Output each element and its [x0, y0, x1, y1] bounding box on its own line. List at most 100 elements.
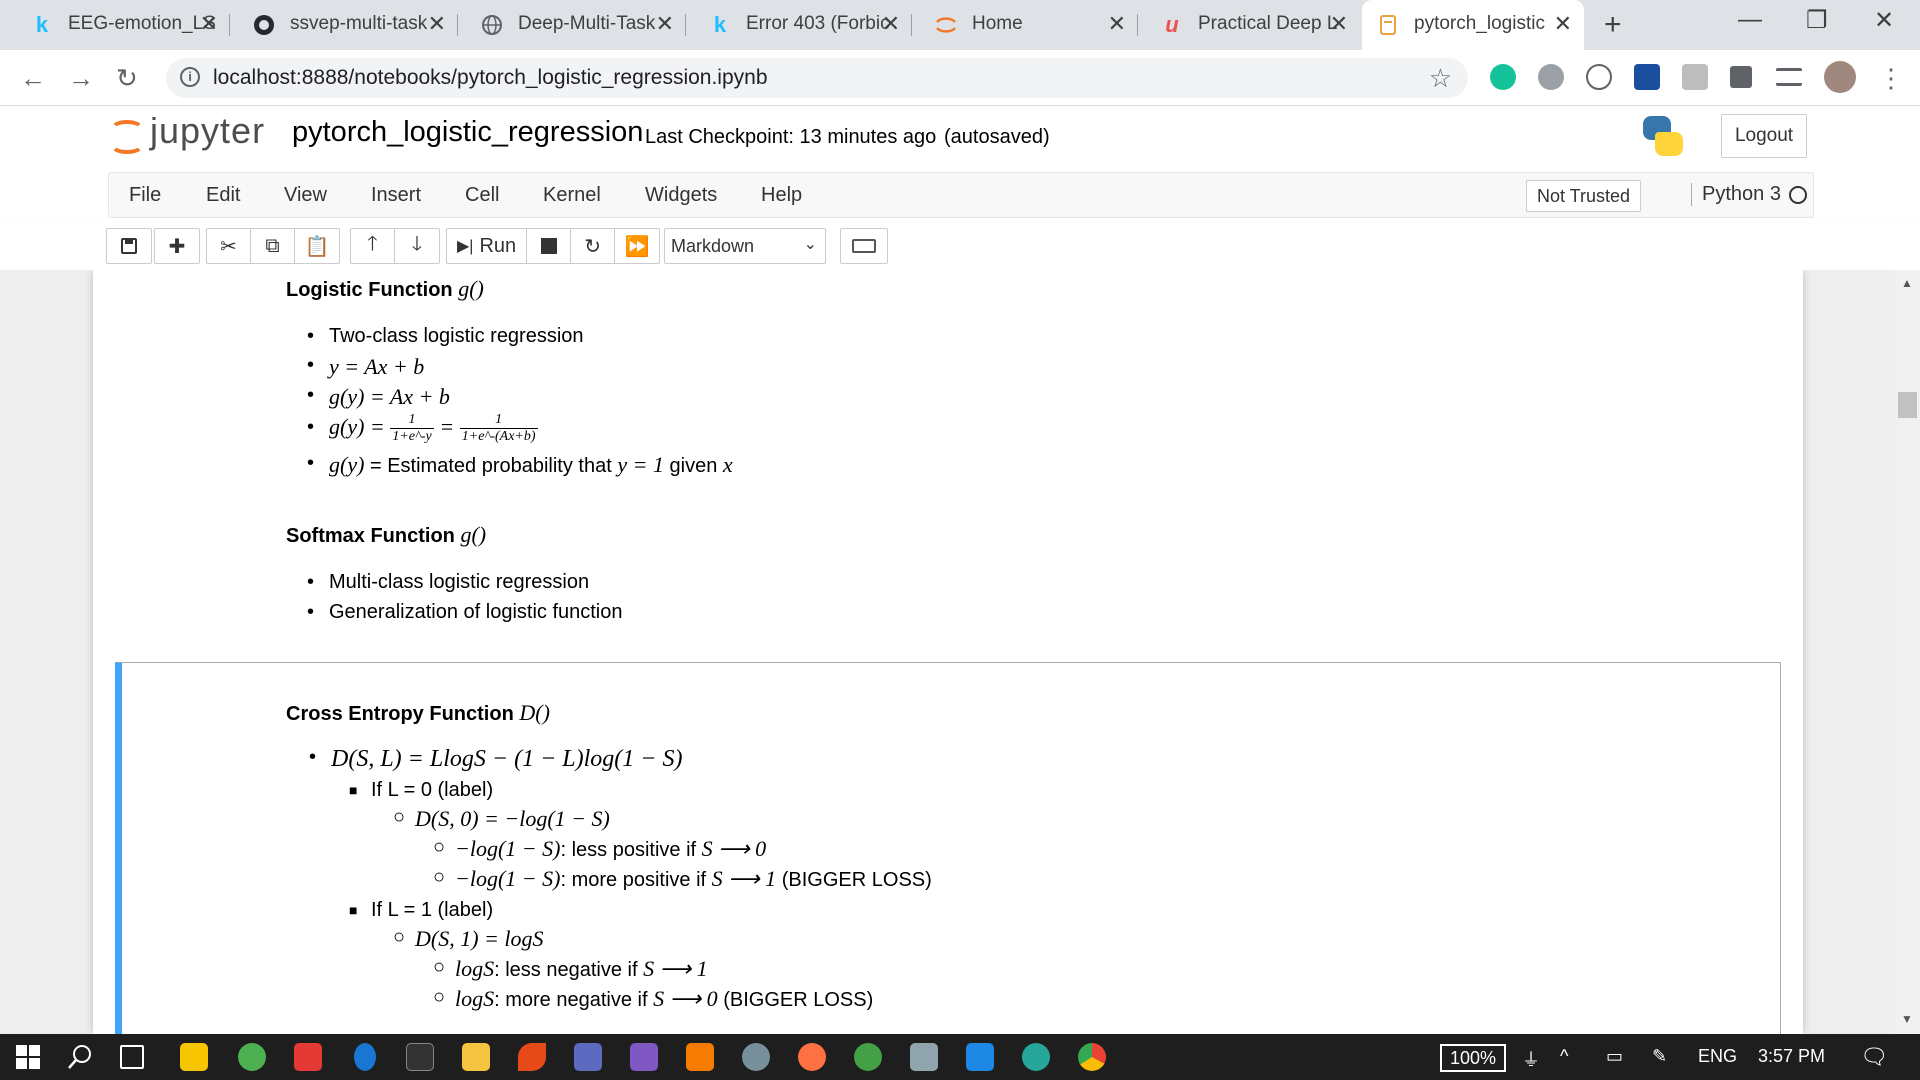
minimize-icon[interactable]: — [1738, 6, 1762, 34]
globe-extension-icon[interactable] [1538, 64, 1564, 90]
search-icon[interactable] [66, 1043, 94, 1071]
sublime-icon[interactable] [686, 1043, 714, 1071]
close-icon[interactable]: ✕ [1108, 11, 1126, 37]
notebook-scroll-area[interactable]: Logistic Function g() • Two-class logisti… [0, 270, 1920, 1034]
menu-widgets[interactable]: Widgets [645, 184, 717, 207]
cut-icon[interactable]: ✂ [207, 229, 251, 263]
browser-tab[interactable]: ssvep-multi-task ✕ [238, 0, 458, 50]
menu-edit[interactable]: Edit [206, 184, 240, 207]
avatar[interactable] [1824, 61, 1856, 93]
windows-start-icon[interactable] [14, 1043, 42, 1071]
tab-title: Practical Deep L [1198, 13, 1338, 34]
clock-time[interactable]: 3:57 PM [1758, 1046, 1825, 1067]
close-icon[interactable]: ✕ [428, 11, 446, 37]
vertical-scrollbar[interactable]: ▲ ▼ [1895, 270, 1920, 1034]
menu-cell[interactable]: Cell [465, 184, 499, 207]
notebook-name[interactable]: pytorch_logistic_regression [292, 116, 643, 149]
scroll-down-arrow-icon[interactable]: ▼ [1901, 1012, 1913, 1026]
fraction: 1 1+e^-(Ax+b) [459, 412, 538, 444]
bookmark-star-icon[interactable]: ☆ [1429, 63, 1452, 94]
app-icon[interactable] [574, 1043, 602, 1071]
reading-list-icon[interactable] [1776, 68, 1802, 86]
pen-icon[interactable]: ✎ [1652, 1046, 1667, 1067]
tab-title: Home [972, 13, 1023, 34]
stop-square-icon[interactable] [527, 229, 572, 263]
not-trusted-button[interactable]: Not Trusted [1526, 180, 1642, 212]
matlab-icon[interactable] [518, 1043, 546, 1071]
paste-icon[interactable]: 📋 [295, 229, 339, 263]
app-icon[interactable] [854, 1043, 882, 1071]
close-icon[interactable]: ✕ [1554, 11, 1572, 37]
address-bar[interactable]: i localhost:8888/notebooks/pytorch_logis… [166, 58, 1468, 98]
logout-button[interactable]: Logout [1721, 114, 1807, 158]
copy-icon[interactable]: ⧉ [251, 229, 295, 263]
screen-extension-icon[interactable] [1634, 64, 1660, 90]
run-button[interactable]: ▶| Run [447, 229, 528, 263]
menu-view[interactable]: View [284, 184, 327, 207]
close-icon[interactable]: ✕ [882, 11, 900, 37]
back-arrow-icon[interactable]: ← [20, 63, 46, 94]
app-icon[interactable] [742, 1043, 770, 1071]
task-view-icon[interactable] [120, 1045, 144, 1069]
network-icon[interactable]: ▭ [1606, 1046, 1623, 1067]
close-icon[interactable]: ✕ [200, 11, 218, 37]
forward-arrow-icon[interactable]: → [68, 63, 94, 94]
chevron-up-icon[interactable]: ^ [1560, 1046, 1568, 1067]
close-icon[interactable]: ✕ [656, 11, 674, 37]
bluetooth-icon[interactable] [354, 1043, 376, 1071]
app-icon[interactable] [238, 1043, 266, 1071]
browser-tab-active[interactable]: pytorch_logistic ✕ [1362, 0, 1584, 50]
menu-insert[interactable]: Insert [371, 184, 421, 207]
power-plug-icon[interactable]: ⏚ [1522, 1046, 1540, 1072]
grammarly-icon[interactable] [1490, 64, 1516, 90]
windows-taskbar: 100% ⏚ ^ ▭ ✎ ENG 3:57 PM 🗨 [0, 1034, 1920, 1080]
new-tab-plus-icon[interactable]: + [1604, 8, 1622, 42]
menu-kernel[interactable]: Kernel [543, 184, 601, 207]
kernel-name[interactable]: Python 3 [1691, 183, 1781, 206]
scroll-up-arrow-icon[interactable]: ▲ [1901, 276, 1913, 290]
command-palette-keyboard-icon[interactable] [840, 228, 888, 264]
restore-icon[interactable]: ❐ [1806, 6, 1828, 35]
insert-cell-plus-icon[interactable]: ✚ [155, 229, 199, 263]
reload-icon[interactable]: ↻ [116, 63, 138, 94]
scrollbar-thumb[interactable] [1898, 392, 1917, 418]
teams-icon[interactable] [630, 1043, 658, 1071]
chrome-icon[interactable] [1078, 1043, 1106, 1071]
more-menu-icon[interactable]: ⋮ [1878, 63, 1904, 94]
run-label: Run [479, 234, 517, 257]
browser-tab[interactable]: Home ✕ [920, 0, 1138, 50]
extension-icon[interactable] [1682, 64, 1708, 90]
close-window-icon[interactable]: ✕ [1874, 6, 1894, 35]
jupyter-logo-icon[interactable] [110, 118, 146, 158]
mail-icon[interactable] [294, 1043, 322, 1071]
extension-icon[interactable] [1586, 64, 1612, 90]
app-icon[interactable] [910, 1043, 938, 1071]
notifications-icon[interactable]: 🗨 [1860, 1044, 1888, 1070]
browser-tab[interactable]: u Practical Deep L ✕ [1146, 0, 1360, 50]
fast-forward-icon[interactable]: ⏩ [615, 229, 659, 263]
save-icon[interactable] [107, 229, 151, 263]
close-icon[interactable]: ✕ [1330, 11, 1348, 37]
edge-icon[interactable] [1022, 1043, 1050, 1071]
menu-file[interactable]: File [129, 184, 161, 207]
browser-tab[interactable]: Deep-Multi-Task ✕ [466, 0, 686, 50]
puzzle-icon[interactable] [1730, 66, 1752, 88]
move-up-arrow-icon[interactable]: 🡑 [351, 229, 395, 263]
list-item: • Generalization of logistic function [307, 601, 623, 623]
vscode-icon[interactable] [966, 1043, 994, 1071]
firefox-icon[interactable] [798, 1043, 826, 1071]
restart-icon[interactable]: ↻ [571, 229, 616, 263]
zoom-level[interactable]: 100% [1440, 1044, 1506, 1072]
move-down-arrow-icon[interactable]: 🡓 [395, 229, 439, 263]
browser-tab[interactable]: k Error 403 (Forbic ✕ [694, 0, 912, 50]
menu-help[interactable]: Help [761, 184, 802, 207]
terminal-icon[interactable] [406, 1043, 434, 1071]
input-language[interactable]: ENG [1698, 1046, 1737, 1067]
sticky-notes-icon[interactable] [180, 1043, 208, 1071]
jupyter-brand[interactable]: jupyter [150, 110, 265, 152]
file-explorer-icon[interactable] [462, 1043, 490, 1071]
cell-type-select[interactable]: Markdown ⌄ [664, 228, 826, 264]
site-info-icon[interactable]: i [180, 67, 200, 87]
browser-tab[interactable]: k EEG-emotion_LS ✕ [16, 0, 230, 50]
list-item: • g(y) = Ax + b [307, 384, 450, 409]
